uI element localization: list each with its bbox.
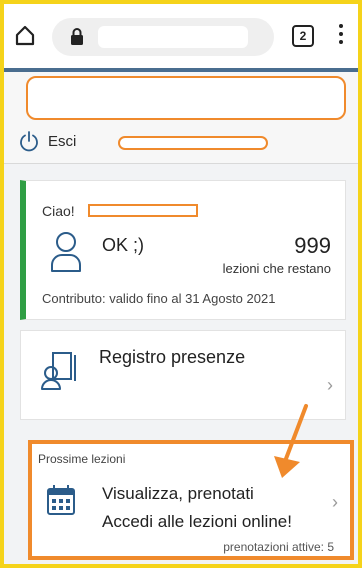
remaining-lessons-count: 999 xyxy=(294,233,331,258)
redacted-name-box xyxy=(118,136,268,150)
main-content: Ciao! OK ;) 999 lezioni che restano Cont… xyxy=(0,164,362,568)
attendance-register-icon xyxy=(41,352,76,390)
user-status-card: Ciao! OK ;) 999 lezioni che restano Cont… xyxy=(20,180,346,320)
chevron-right-icon: › xyxy=(327,375,333,395)
app-header: Esci xyxy=(0,72,362,164)
person-icon xyxy=(51,232,81,272)
logout-button[interactable]: Esci xyxy=(18,130,76,152)
online-lessons-label: Accedi alle lezioni online! xyxy=(102,512,292,531)
more-menu-icon[interactable] xyxy=(336,24,346,48)
remaining-lessons-label: lezioni che restano xyxy=(222,261,331,276)
power-icon xyxy=(20,131,38,152)
annotation-arrow xyxy=(274,404,308,478)
logout-label: Esci xyxy=(48,132,77,150)
url-text-redacted xyxy=(98,26,248,48)
registro-presenze-label: Registro presenze xyxy=(99,347,246,367)
lock-icon xyxy=(71,28,83,45)
address-bar[interactable] xyxy=(52,18,274,56)
home-icon[interactable] xyxy=(14,24,36,46)
tab-switcher-button[interactable]: 2 xyxy=(292,25,314,47)
section-title: Prossime lezioni xyxy=(38,452,126,466)
chevron-right-icon: › xyxy=(332,492,338,512)
browser-toolbar: 2 xyxy=(0,0,362,70)
greeting-text: Ciao! xyxy=(42,203,75,219)
contribution-validity: Contributo: valido fino al 31 Agosto 202… xyxy=(42,291,276,306)
redacted-title-box xyxy=(26,76,346,120)
active-bookings-label: prenotazioni attive: 5 xyxy=(223,540,334,554)
calendar-icon xyxy=(47,485,75,515)
redacted-username xyxy=(88,204,198,217)
status-text: OK ;) xyxy=(102,235,145,255)
view-book-label: Visualizza, prenotati xyxy=(102,484,254,503)
